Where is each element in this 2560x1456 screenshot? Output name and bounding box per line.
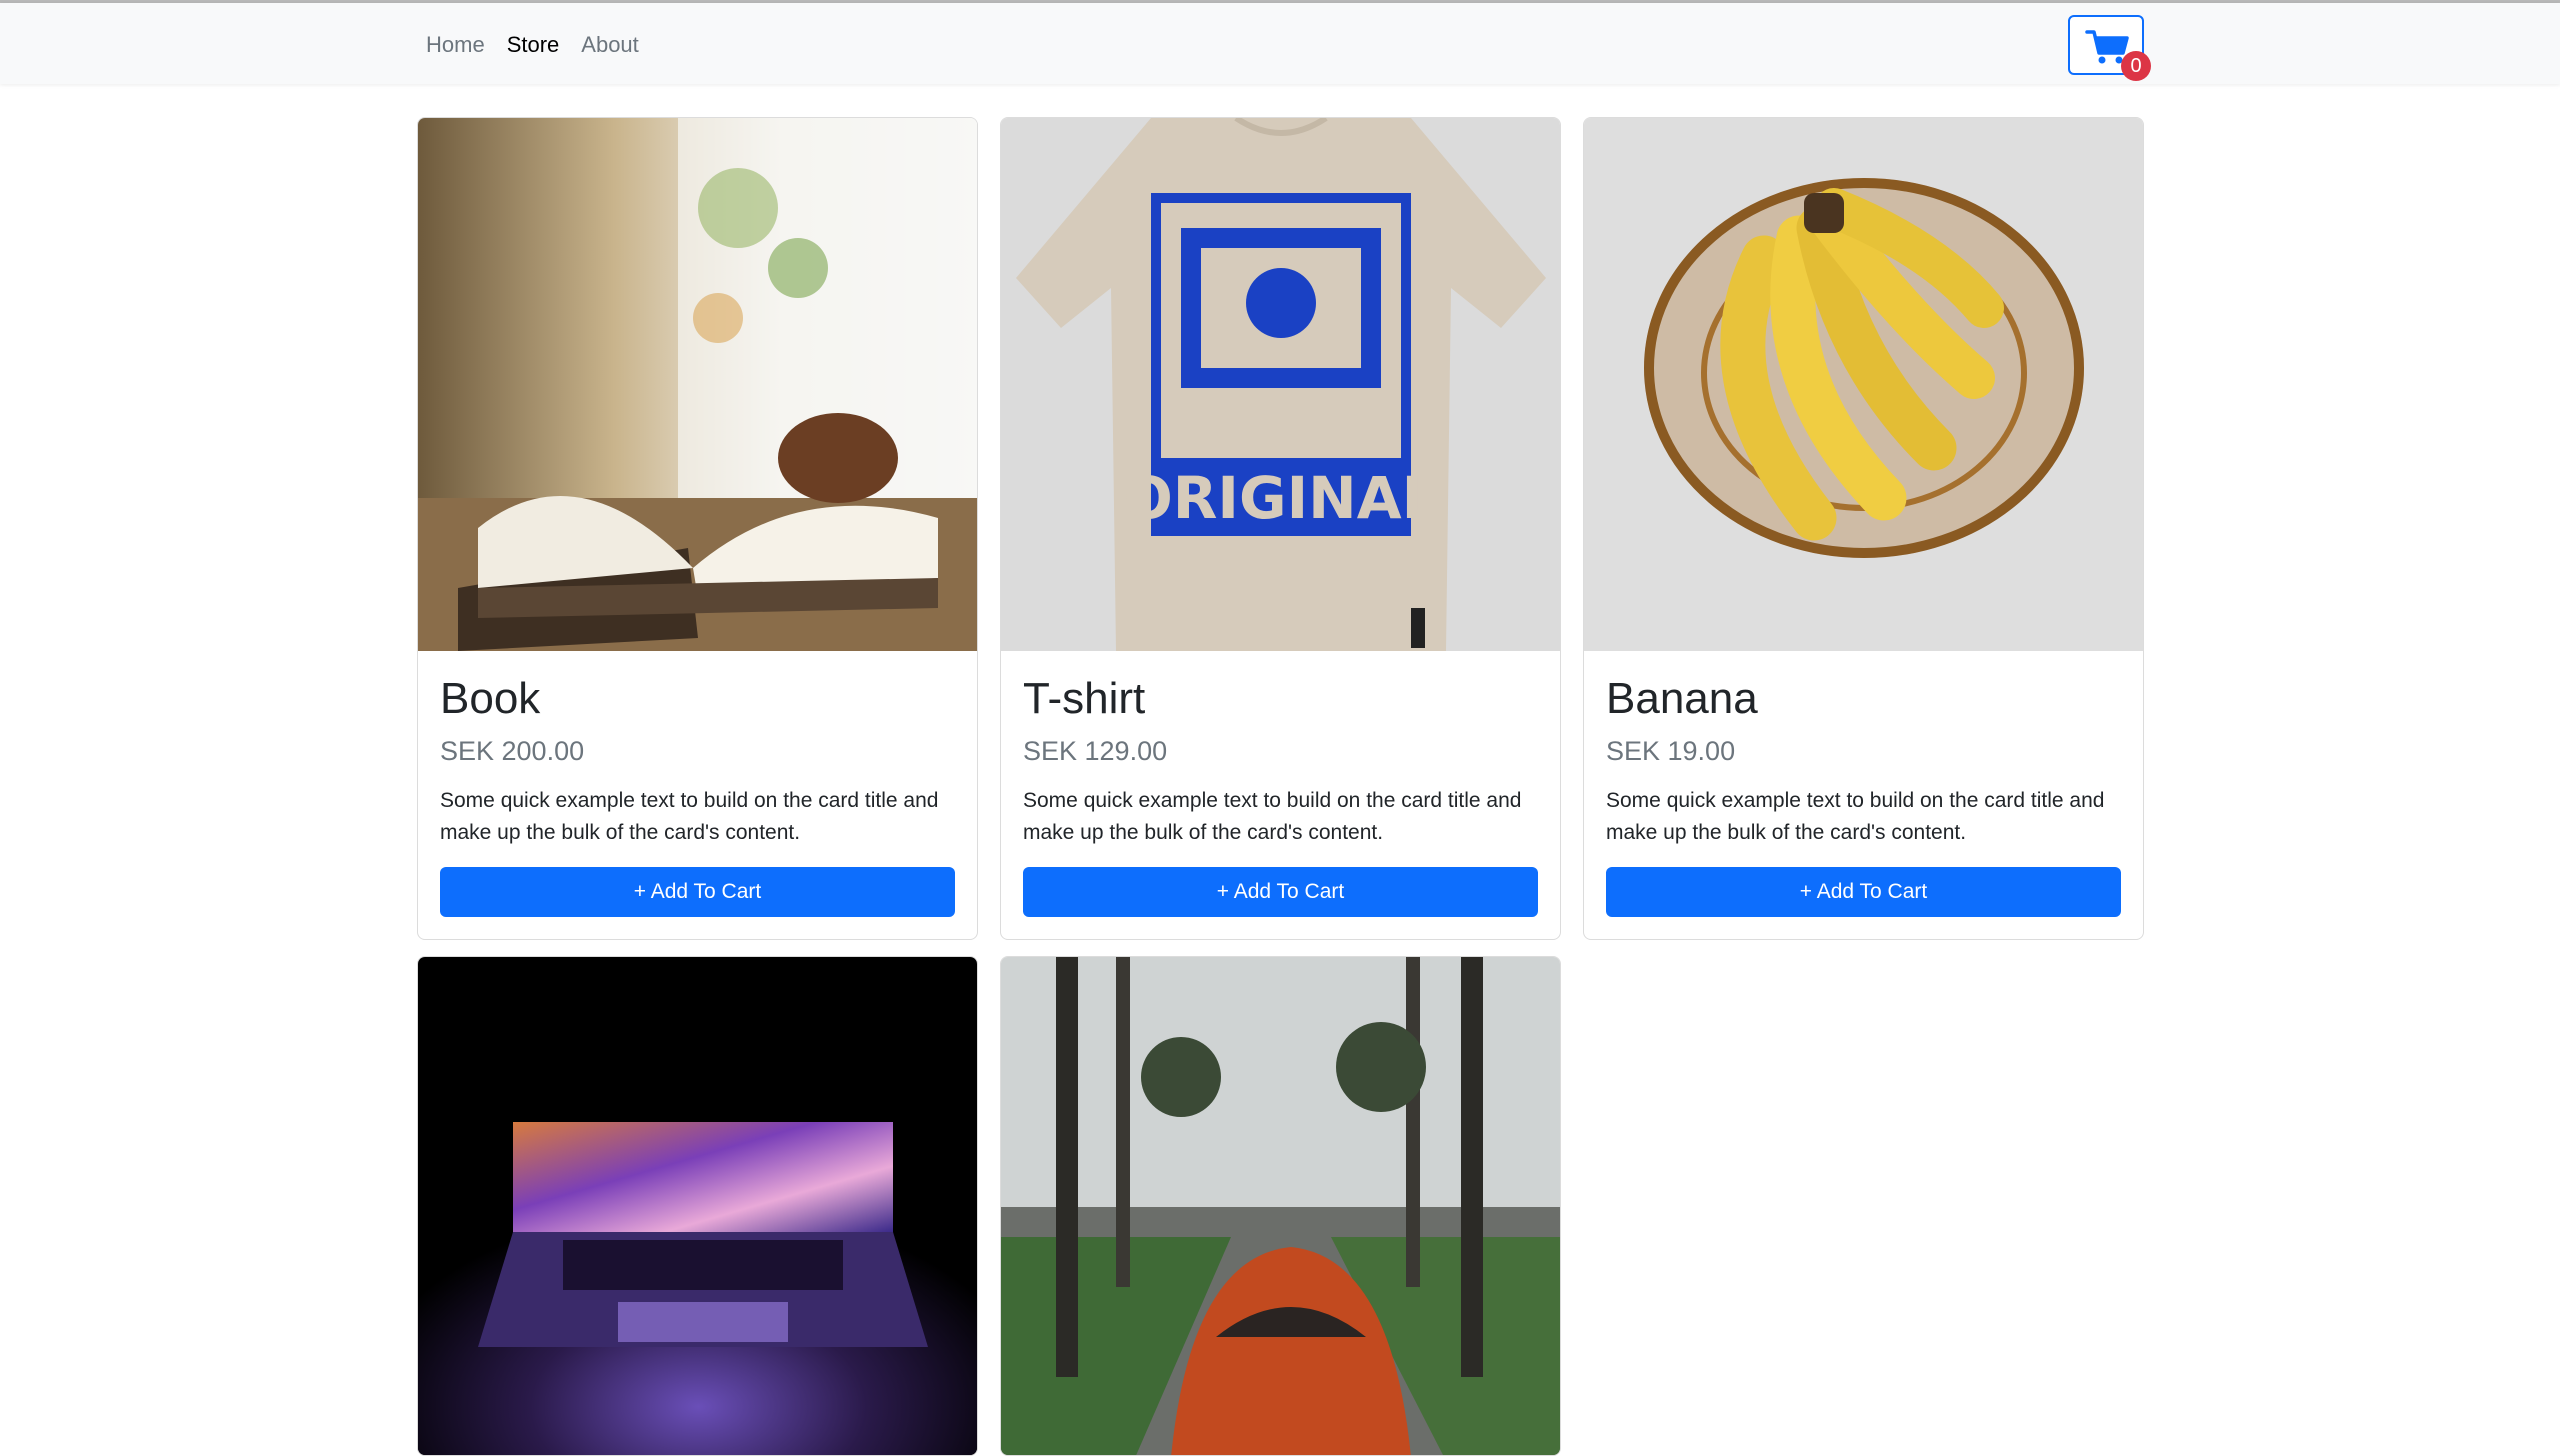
product-price: SEK 200.00 [440, 735, 585, 766]
add-to-cart-button[interactable]: + Add To Cart [440, 866, 955, 917]
product-card-tshirt: ORIGINAL T-shirt SEK 129.00 Some quick e… [1000, 117, 1561, 940]
product-card-car [1000, 956, 1561, 1456]
tshirt-photo: ORIGINAL [1001, 118, 1560, 651]
car-photo [1001, 957, 1560, 1455]
nav-link-about[interactable]: About [581, 32, 639, 58]
cart-count-badge: 0 [2121, 51, 2151, 81]
product-description: Some quick example text to build on the … [1023, 788, 1522, 844]
product-price: SEK 129.00 [1023, 735, 1168, 766]
product-title: T-shirt [1023, 674, 1146, 723]
nav-links: Home Store About [426, 32, 661, 58]
product-card-book: Book SEK 200.00 Some quick example text … [417, 117, 978, 940]
laptop-photo [418, 957, 977, 1455]
tshirt-print-text: ORIGINAL [1123, 464, 1438, 532]
product-title: Book [440, 674, 541, 723]
nav-link-home[interactable]: Home [426, 32, 485, 58]
product-price: SEK 19.00 [1606, 735, 1736, 766]
product-description: Some quick example text to build on the … [440, 788, 939, 844]
book-photo [418, 118, 977, 651]
product-description: Some quick example text to build on the … [1606, 788, 2105, 844]
add-to-cart-button[interactable]: + Add To Cart [1606, 866, 2121, 917]
card-body: Banana SEK 19.00 Some quick example text… [1584, 651, 2143, 939]
product-card-laptop [417, 956, 978, 1456]
nav-link-store[interactable]: Store [507, 32, 560, 58]
card-body: Book SEK 200.00 Some quick example text … [418, 651, 977, 939]
navbar: Home Store About [0, 3, 2560, 84]
product-title: Banana [1606, 674, 1758, 723]
banana-photo [1584, 118, 2143, 651]
card-body: T-shirt SEK 129.00 Some quick example te… [1001, 651, 1560, 939]
product-card-banana: Banana SEK 19.00 Some quick example text… [1583, 117, 2144, 940]
add-to-cart-button[interactable]: + Add To Cart [1023, 866, 1538, 917]
